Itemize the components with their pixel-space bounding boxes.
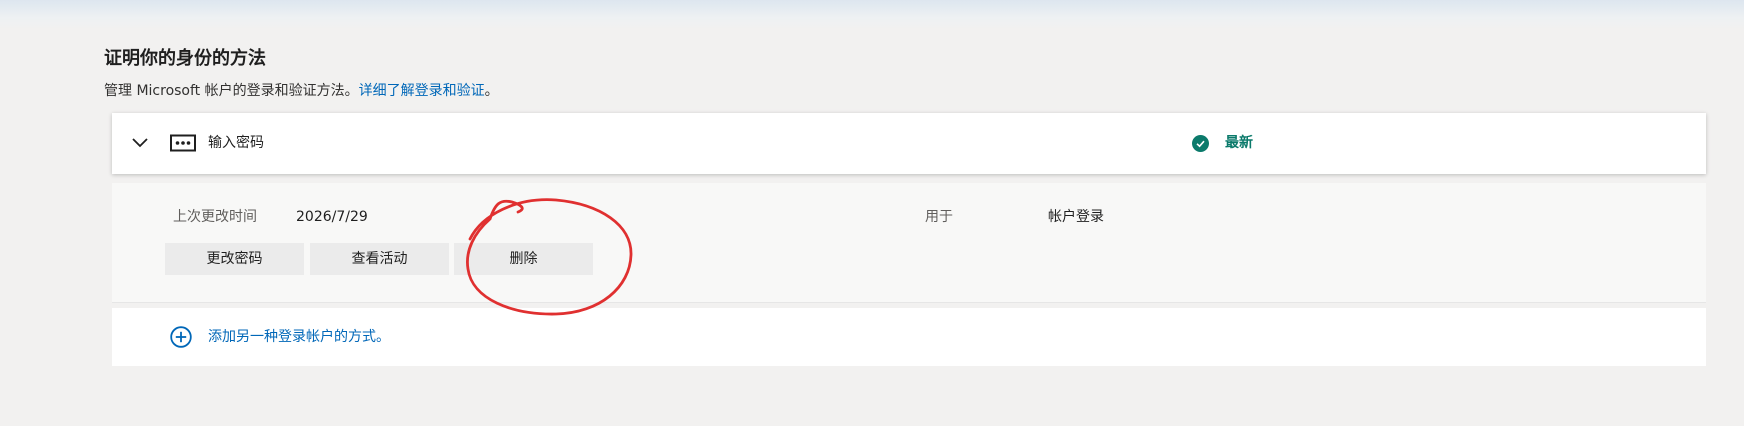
- plus-circle-icon[interactable]: [170, 326, 192, 348]
- add-sign-in-method-row: 添加另一种登录帐户的方式。: [112, 308, 1706, 366]
- used-for-label: 用于: [925, 209, 953, 225]
- method-label: 输入密码: [208, 135, 264, 151]
- page-top-gradient: [0, 0, 1744, 30]
- learn-more-link[interactable]: 详细了解登录和验证: [359, 83, 485, 99]
- section-description-text: 管理 Microsoft 帐户的登录和验证方法。: [104, 83, 359, 99]
- chevron-down-icon[interactable]: [130, 135, 150, 151]
- section-description: 管理 Microsoft 帐户的登录和验证方法。详细了解登录和验证。: [104, 81, 499, 101]
- used-for-value: 帐户登录: [1048, 209, 1104, 225]
- change-password-button[interactable]: 更改密码: [165, 243, 304, 275]
- delete-button[interactable]: 删除: [454, 243, 593, 275]
- status-badge: 最新: [1225, 135, 1253, 151]
- add-sign-in-method-link[interactable]: 添加另一种登录帐户的方式。: [208, 327, 390, 347]
- password-method-row[interactable]: 输入密码 最新: [112, 113, 1706, 174]
- checkmark-circle-icon: [1192, 135, 1209, 152]
- last-changed-label: 上次更改时间: [173, 209, 257, 225]
- view-activity-button[interactable]: 查看活动: [310, 243, 449, 275]
- last-changed-value: 2026/7/29: [296, 209, 368, 225]
- section-description-end: 。: [484, 83, 499, 99]
- section-title: 证明你的身份的方法: [104, 48, 266, 69]
- password-details-panel: 上次更改时间 2026/7/29 用于 帐户登录 更改密码 查看活动 删除: [112, 183, 1706, 303]
- password-icon: [170, 134, 196, 152]
